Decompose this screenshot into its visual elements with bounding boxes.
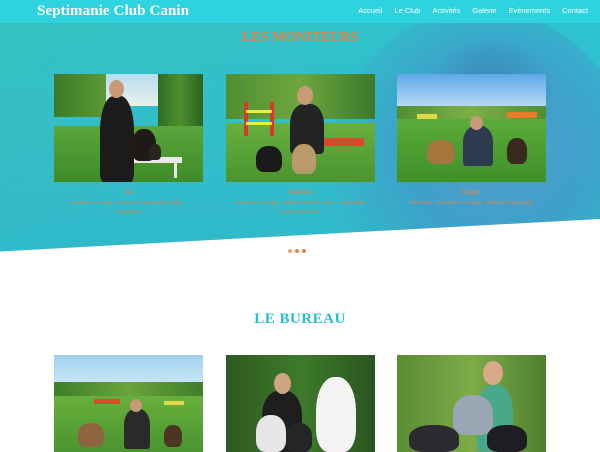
moniteur-card-regine: Régine Bénévolat - monitrice 1er degré -… xyxy=(397,74,546,208)
moniteur-card-sandrine: Sandrine monitrice 1er degré - diplôme é… xyxy=(226,74,375,217)
bureau-photo-3 xyxy=(397,355,546,452)
moniteur-card-gil: Gil moniteur 1er degré - section et resp… xyxy=(54,74,203,217)
bureau-card-1 xyxy=(54,355,203,452)
moniteur-photo-gil xyxy=(54,74,203,182)
brand-logo-text[interactable]: Septimanie Club Canin xyxy=(37,3,189,20)
moniteur-role: Bénévolat - monitrice 1er degré - diplôm… xyxy=(410,200,533,206)
carousel-dot-3[interactable] xyxy=(302,249,306,253)
nav-link-evenements[interactable]: Evènements xyxy=(508,6,550,15)
moniteur-photo-regine xyxy=(397,74,546,182)
bureau-section-title: LE BUREAU xyxy=(254,311,346,327)
nav-link-le-club[interactable]: Le Club xyxy=(394,6,420,15)
moniteur-photo-sandrine xyxy=(226,74,375,182)
bureau-card-2 xyxy=(226,355,375,452)
carousel-dot-1[interactable] xyxy=(288,249,292,253)
moniteur-name: Sandrine xyxy=(288,188,313,196)
nav-link-activites[interactable]: Activités xyxy=(432,6,460,15)
carousel-pagination xyxy=(288,249,306,253)
moniteur-role: moniteur 1er degré - section et responsa… xyxy=(70,200,187,215)
nav-menu: Accueil Le Club Activités Galerie Evènem… xyxy=(346,6,588,15)
moniteur-name: Régine xyxy=(461,188,482,196)
moniteurs-section-title: LES MONITEURS xyxy=(241,30,359,45)
navbar: Septimanie Club Canin Accueil Le Club Ac… xyxy=(0,0,600,23)
nav-link-galerie[interactable]: Galerie xyxy=(472,6,496,15)
moniteur-role: monitrice 1er degré - diplôme école du c… xyxy=(235,200,366,215)
carousel-dot-2[interactable] xyxy=(295,249,299,253)
bureau-card-3 xyxy=(397,355,546,452)
nav-link-contact[interactable]: Contact xyxy=(562,6,588,15)
moniteur-name: Gil xyxy=(124,188,133,196)
bureau-photo-2 xyxy=(226,355,375,452)
nav-link-accueil[interactable]: Accueil xyxy=(358,6,382,15)
bureau-photo-1 xyxy=(54,355,203,452)
